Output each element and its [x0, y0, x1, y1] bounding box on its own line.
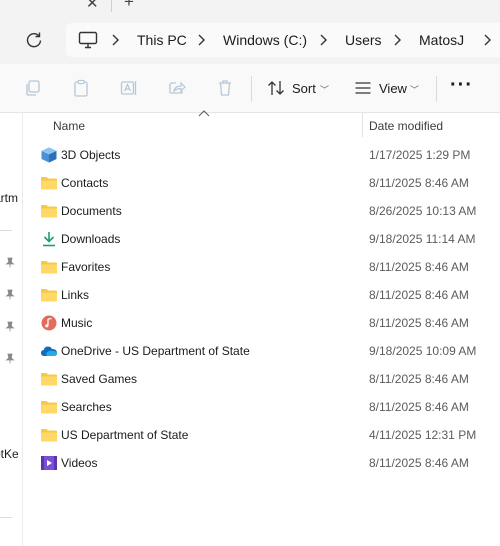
file-name[interactable]: Favorites	[61, 260, 110, 274]
breadcrumb-this-pc[interactable]: This PC	[137, 32, 187, 48]
view-button[interactable]: View	[379, 81, 407, 96]
nav-divider	[0, 230, 12, 231]
file-date-modified: 8/11/2025 8:46 AM	[369, 400, 469, 414]
breadcrumb-users[interactable]: Users	[345, 32, 382, 48]
file-name[interactable]: Contacts	[61, 176, 108, 190]
tab-strip: ✕ +	[0, 0, 500, 16]
file-date-modified: 8/11/2025 8:46 AM	[369, 260, 469, 274]
file-row[interactable]: Searches 8/11/2025 8:46 AM	[22, 393, 500, 421]
column-header: Name Date modified	[22, 110, 500, 139]
chevron-right-icon[interactable]	[318, 33, 328, 47]
file-name[interactable]: US Department of State	[61, 428, 188, 442]
chevron-right-icon[interactable]	[196, 33, 206, 47]
file-name[interactable]: Saved Games	[61, 372, 137, 386]
nav-item-label[interactable]: artm	[0, 191, 18, 205]
navigation-pane[interactable]: artm otKe	[0, 113, 23, 546]
more-options-button[interactable]: ···	[450, 74, 473, 97]
file-name[interactable]: Links	[61, 288, 89, 302]
pin-icon	[5, 353, 15, 364]
copy-icon[interactable]	[24, 79, 42, 97]
command-bar: Sort ﹀ View ﹀ ···	[0, 64, 500, 113]
file-row[interactable]: 3D Objects 1/17/2025 1:29 PM	[22, 141, 500, 169]
address-row: This PC Windows (C:) Users MatosJ	[0, 16, 500, 64]
chevron-down-icon[interactable]: ﹀	[410, 83, 419, 96]
file-name[interactable]: Downloads	[61, 232, 120, 246]
pin-icon	[5, 321, 15, 332]
3d-objects-icon	[40, 147, 58, 163]
file-row[interactable]: Music 8/11/2025 8:46 AM	[22, 309, 500, 337]
nav-divider	[0, 517, 12, 518]
delete-icon[interactable]	[216, 79, 234, 97]
this-pc-icon[interactable]	[78, 31, 98, 49]
sort-button[interactable]: Sort	[292, 81, 316, 96]
file-date-modified: 9/18/2025 10:09 AM	[369, 344, 477, 358]
command-divider	[251, 76, 252, 102]
file-name[interactable]: Videos	[61, 456, 97, 470]
tab-divider	[111, 0, 112, 12]
column-date-modified[interactable]: Date modified	[369, 119, 443, 133]
refresh-icon[interactable]	[24, 30, 44, 50]
folder-icon	[40, 427, 58, 443]
file-date-modified: 8/11/2025 8:46 AM	[369, 372, 469, 386]
column-divider[interactable]	[362, 113, 363, 137]
file-row[interactable]: Contacts 8/11/2025 8:46 AM	[22, 169, 500, 197]
file-date-modified: 9/18/2025 11:14 AM	[369, 232, 476, 246]
file-name[interactable]: Searches	[61, 400, 112, 414]
file-name[interactable]: Music	[61, 316, 92, 330]
rename-icon[interactable]	[120, 79, 138, 97]
file-date-modified: 8/26/2025 10:13 AM	[369, 204, 477, 218]
file-row[interactable]: Videos 8/11/2025 8:46 AM	[22, 449, 500, 477]
file-row[interactable]: Downloads 9/18/2025 11:14 AM	[22, 225, 500, 253]
file-row[interactable]: OneDrive - US Department of State 9/18/20…	[22, 337, 500, 365]
file-row[interactable]: Links 8/11/2025 8:46 AM	[22, 281, 500, 309]
music-icon	[40, 315, 58, 331]
new-tab-icon[interactable]: +	[124, 0, 134, 12]
file-name[interactable]: 3D Objects	[61, 148, 120, 162]
videos-icon	[40, 455, 58, 471]
file-date-modified: 4/11/2025 12:31 PM	[369, 428, 477, 442]
file-row[interactable]: Favorites 8/11/2025 8:46 AM	[22, 253, 500, 281]
file-row[interactable]: US Department of State 4/11/2025 12:31 PM	[22, 421, 500, 449]
folder-icon	[40, 259, 58, 275]
file-row[interactable]: Saved Games 8/11/2025 8:46 AM	[22, 365, 500, 393]
folder-icon	[40, 203, 58, 219]
file-date-modified: 8/11/2025 8:46 AM	[369, 288, 469, 302]
share-icon[interactable]	[168, 79, 186, 97]
folder-icon	[40, 175, 58, 191]
chevron-right-icon[interactable]	[110, 33, 120, 47]
nav-item-label[interactable]: otKe	[0, 447, 19, 461]
chevron-right-icon[interactable]	[392, 33, 402, 47]
folder-icon	[40, 287, 58, 303]
file-date-modified: 8/11/2025 8:46 AM	[369, 176, 469, 190]
pin-icon	[5, 289, 15, 300]
chevron-down-icon[interactable]: ﹀	[320, 83, 329, 96]
file-date-modified: 1/17/2025 1:29 PM	[369, 148, 471, 162]
chevron-right-icon[interactable]	[482, 33, 492, 47]
folder-icon	[40, 399, 58, 415]
breadcrumb-matosj[interactable]: MatosJ	[419, 32, 464, 48]
folder-icon	[40, 371, 58, 387]
breadcrumb[interactable]: This PC Windows (C:) Users MatosJ	[66, 23, 500, 57]
file-name[interactable]: OneDrive - US Department of State	[61, 344, 250, 358]
view-icon[interactable]	[354, 79, 372, 97]
sort-icon[interactable]	[267, 79, 285, 97]
download-icon	[40, 231, 58, 247]
file-date-modified: 8/11/2025 8:46 AM	[369, 316, 469, 330]
file-row[interactable]: Documents 8/26/2025 10:13 AM	[22, 197, 500, 225]
file-name[interactable]: Documents	[61, 204, 122, 218]
column-name[interactable]: Name	[53, 119, 85, 133]
close-tab-icon[interactable]: ✕	[86, 0, 99, 12]
sort-ascending-icon	[198, 110, 210, 117]
onedrive-cloud-icon	[40, 343, 58, 359]
pin-icon	[5, 257, 15, 268]
paste-icon[interactable]	[72, 79, 90, 97]
command-divider	[436, 76, 437, 102]
breadcrumb-windows-c[interactable]: Windows (C:)	[223, 32, 307, 48]
file-date-modified: 8/11/2025 8:46 AM	[369, 456, 469, 470]
